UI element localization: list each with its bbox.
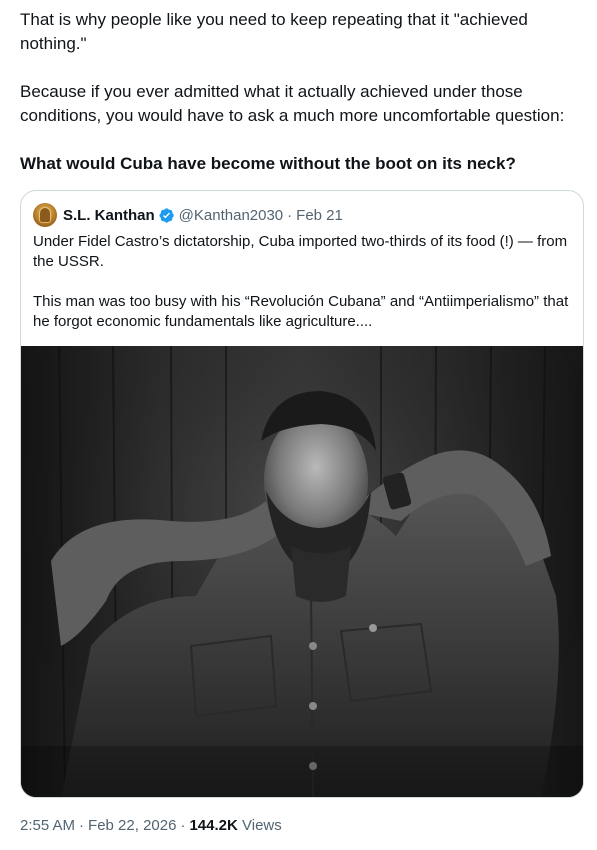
views-label: Views <box>242 817 282 834</box>
quoted-tweet-date[interactable]: Feb 21 <box>296 207 343 224</box>
verified-badge-icon <box>158 207 175 224</box>
quoted-paragraph: Under Fidel Castro’s dictatorship, Cuba … <box>33 233 568 270</box>
quoted-tweet-header: S.L. Kanthan @Kanthan2030 · Feb 21 <box>33 203 343 227</box>
avatar-icon[interactable] <box>33 203 57 227</box>
views-count[interactable]: 144.2K <box>189 817 237 834</box>
tweet-time[interactable]: 2:55 AM <box>20 817 75 834</box>
tweet-meta: 2:55 AM · Feb 22, 2026 · 144.2K Views <box>20 816 282 836</box>
quoted-tweet-card[interactable]: S.L. Kanthan @Kanthan2030 · Feb 21 Under… <box>20 190 584 798</box>
tweet-paragraph: That is why people like you need to keep… <box>20 10 528 53</box>
separator-dot: · <box>79 817 85 834</box>
quoted-paragraph: This man was too busy with his “Revoluci… <box>33 293 569 330</box>
separator-dot: · <box>287 206 293 224</box>
quoted-tweet-photo[interactable] <box>21 346 583 797</box>
quoted-author-handle[interactable]: @Kanthan2030 <box>179 207 283 224</box>
quoted-tweet-text: Under Fidel Castro’s dictatorship, Cuba … <box>33 232 573 332</box>
tweet-date[interactable]: Feb 22, 2026 <box>88 817 176 834</box>
quoted-author-name[interactable]: S.L. Kanthan <box>63 207 155 224</box>
tweet-paragraph: Because if you ever admitted what it act… <box>20 82 565 125</box>
tweet-paragraph-question: What would Cuba have become without the … <box>20 154 516 173</box>
separator-dot: · <box>180 817 186 834</box>
tweet-text: That is why people like you need to keep… <box>20 8 588 176</box>
